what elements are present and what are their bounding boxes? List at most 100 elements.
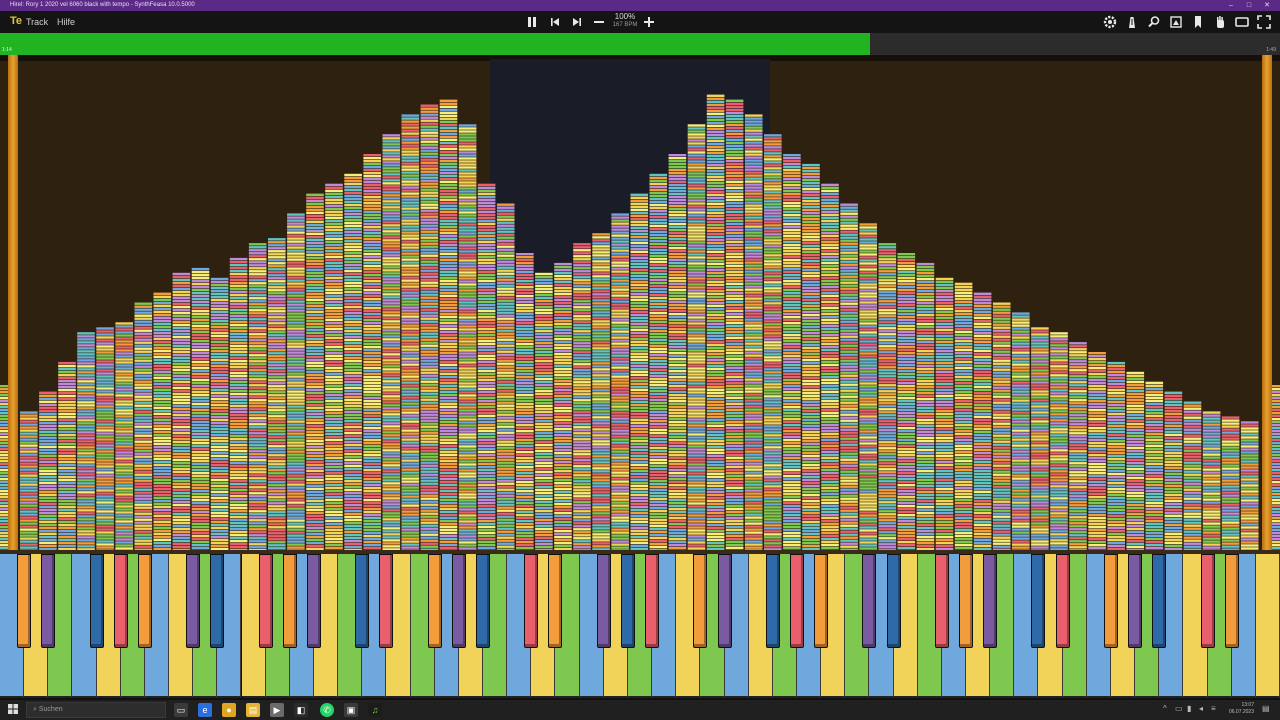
piano-black-key[interactable] (282, 554, 297, 648)
piano-black-key[interactable] (620, 554, 635, 648)
note-column (248, 243, 267, 550)
piano-black-key[interactable] (186, 554, 201, 648)
piano-white-key[interactable] (1255, 554, 1280, 698)
note-column (77, 332, 95, 550)
piano-black-key[interactable] (210, 554, 225, 648)
note-column (516, 253, 534, 550)
bpm-readout: 167 BPM (612, 22, 638, 28)
export-icon[interactable] (1168, 14, 1184, 30)
piano-black-key[interactable] (427, 554, 442, 648)
synthesia-icon[interactable]: ♫ (368, 703, 382, 717)
media-icon[interactable]: ▶ (270, 703, 284, 717)
piano-black-key[interactable] (1200, 554, 1215, 648)
note-column (840, 203, 858, 550)
note-column (1126, 371, 1145, 550)
browser-edge-icon[interactable]: e (198, 703, 212, 717)
note-column (58, 361, 76, 550)
note-column (859, 223, 877, 550)
note-column (1107, 361, 1125, 550)
piano-black-key[interactable] (886, 554, 901, 648)
note-column (687, 124, 706, 550)
menu-help[interactable]: Hilfe (57, 11, 75, 33)
song-progress-bar[interactable]: 1:14 1:49 (0, 33, 1280, 55)
piano-black-key[interactable] (89, 554, 104, 648)
skip-back-icon[interactable] (547, 14, 563, 30)
search-icon[interactable] (1146, 14, 1162, 30)
piano-black-key[interactable] (1103, 554, 1118, 648)
gear-icon[interactable] (1102, 14, 1118, 30)
piano-black-key[interactable] (17, 554, 32, 648)
piano-black-key[interactable] (41, 554, 56, 648)
note-column (992, 302, 1011, 550)
note-column (1050, 332, 1068, 550)
maximize-button[interactable]: □ (1242, 0, 1256, 11)
piano-black-key[interactable] (1152, 554, 1167, 648)
piano-black-key[interactable] (524, 554, 539, 648)
note-column (134, 302, 153, 550)
pause-icon[interactable] (524, 14, 540, 30)
note-column (821, 183, 839, 550)
piano-black-key[interactable] (862, 554, 877, 648)
bookmark-icon[interactable] (1190, 14, 1206, 30)
piano-black-key[interactable] (934, 554, 949, 648)
piano-black-key[interactable] (959, 554, 974, 648)
metronome-icon[interactable] (1124, 14, 1140, 30)
piano-black-key[interactable] (548, 554, 563, 648)
piano-keyboard[interactable] (0, 550, 1280, 700)
piano-black-key[interactable] (645, 554, 660, 648)
piano-black-key[interactable] (355, 554, 370, 648)
tray-clock[interactable]: 13:07 06.07.2023 (1229, 702, 1254, 716)
piano-black-key[interactable] (476, 554, 490, 648)
taskbar-search-input[interactable]: ⌕ Suchen (26, 702, 166, 718)
store-icon[interactable]: ◧ (294, 703, 308, 717)
tray-volume-icon[interactable]: ◂ (1199, 704, 1203, 713)
note-column (229, 257, 248, 550)
minus-icon[interactable] (591, 14, 607, 30)
piano-black-key[interactable] (258, 554, 273, 648)
piano-black-key[interactable] (306, 554, 321, 648)
browser-chrome-icon[interactable]: ● (222, 703, 236, 717)
tray-language-icon[interactable]: ≡ (1211, 704, 1216, 713)
start-icon[interactable] (6, 703, 20, 717)
piano-black-key[interactable] (693, 554, 708, 648)
note-roll (0, 55, 1280, 550)
hand-icon[interactable] (1212, 14, 1228, 30)
tray-chevron-icon[interactable]: ^ (1163, 704, 1167, 713)
plus-icon[interactable] (641, 14, 657, 30)
skip-forward-icon[interactable] (569, 14, 585, 30)
tray-network-icon[interactable]: ▭ (1175, 704, 1183, 713)
piano-black-key[interactable] (379, 554, 394, 648)
file-explorer-icon[interactable]: ▤ (246, 703, 260, 717)
piano-black-key[interactable] (451, 554, 466, 648)
piano-black-key[interactable] (1031, 554, 1046, 648)
tray-battery-icon[interactable]: ▮ (1187, 704, 1191, 713)
notification-icon[interactable]: ▤ (1262, 704, 1270, 713)
minimize-button[interactable]: – (1224, 0, 1238, 11)
piano-black-key[interactable] (717, 554, 732, 648)
piano-black-key[interactable] (137, 554, 152, 648)
note-column (916, 262, 935, 550)
piano-black-key[interactable] (983, 554, 998, 648)
piano-black-key[interactable] (765, 554, 780, 648)
task-view-icon[interactable]: ▭ (174, 703, 188, 717)
menu-track[interactable]: Track (26, 11, 48, 33)
piano-black-key[interactable] (596, 554, 611, 648)
app-logo: Te (10, 15, 23, 27)
piano-black-key[interactable] (789, 554, 804, 648)
left-rail (8, 55, 18, 550)
piano-black-key[interactable] (814, 554, 829, 648)
note-column (1240, 421, 1259, 550)
whatsapp-icon[interactable]: ✆ (320, 703, 334, 717)
note-column (1069, 342, 1087, 550)
window-icon[interactable] (1234, 14, 1250, 30)
piano-black-key[interactable] (1128, 554, 1143, 648)
piano-black-key[interactable] (1055, 554, 1070, 648)
note-column (783, 154, 801, 550)
fullscreen-icon[interactable] (1256, 14, 1272, 30)
synthesia-window: Hirel: Rory 1 2020 vel 6060 black with t… (0, 0, 1280, 720)
piano-black-key[interactable] (113, 554, 128, 648)
photos-icon[interactable]: ▣ (344, 703, 358, 717)
close-button[interactable]: ✕ (1260, 0, 1274, 11)
note-column (1088, 352, 1106, 550)
piano-black-key[interactable] (1224, 554, 1239, 648)
